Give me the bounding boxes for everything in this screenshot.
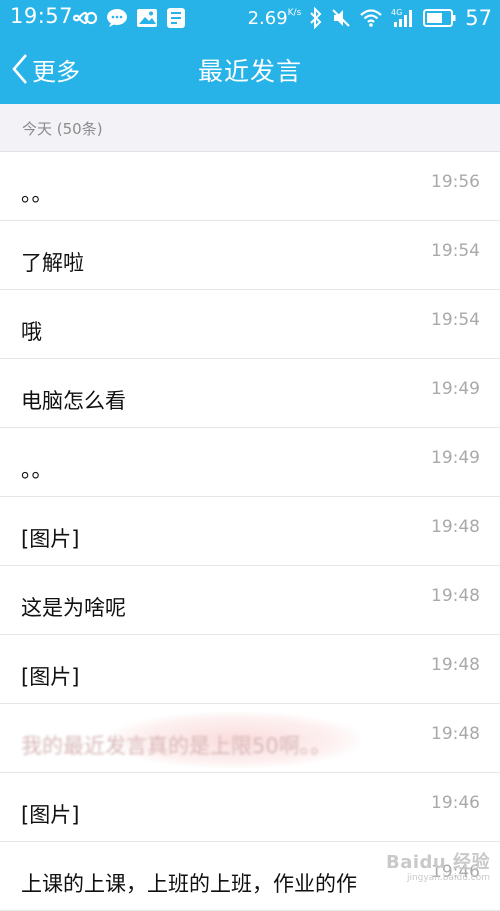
message-time: 19:49 — [431, 379, 480, 399]
list-item[interactable]: [图片] 19:48 — [0, 497, 500, 566]
watermark-url: jingyan.baidu.com — [406, 873, 490, 883]
page-title: 最近发言 — [197, 57, 302, 86]
message-text: 上课的上课，上班的上班，作业的作 — [21, 872, 357, 896]
message-text: [图片] — [21, 803, 80, 827]
message-time: 19:54 — [431, 241, 480, 261]
section-header-today: 今天 (50条) — [0, 104, 500, 152]
list-item[interactable]: 。。 19:49 — [0, 428, 500, 497]
wifi-icon — [359, 8, 383, 28]
section-label: 今天 (50条) — [22, 120, 103, 138]
list-item[interactable]: [图片] 19:48 — [0, 635, 500, 704]
list-item[interactable]: [图片] 19:46 — [0, 773, 500, 842]
message-text: 了解啦 — [21, 251, 84, 275]
message-text: 我的最近发言真的是上限50啊。。 — [21, 734, 332, 758]
message-time: 19:49 — [431, 448, 480, 468]
watermark-logo: Baidu 经验 — [385, 852, 490, 873]
message-time: 19:48 — [431, 655, 480, 675]
message-text: [图片] — [21, 527, 80, 551]
app-header: 19:57 2.69K/s 4G 57 更多 最近发言 — [0, 0, 500, 104]
message-text: [图片] — [21, 665, 80, 689]
message-time: 19:46 — [431, 793, 480, 813]
list-item[interactable]: 哦 19:54 — [0, 290, 500, 359]
status-bar: 19:57 2.69K/s 4G 57 — [0, 0, 500, 36]
gallery-icon — [136, 8, 158, 28]
status-right: 2.69K/s 4G 57 — [248, 4, 492, 32]
network-type: 4G — [391, 8, 402, 17]
list-item[interactable]: 电脑怎么看 19:49 — [0, 359, 500, 428]
network-speed-unit: K/s — [287, 7, 302, 18]
signal-icon: 4G — [391, 7, 415, 29]
message-time: 19:48 — [431, 724, 480, 744]
network-speed: 2.69K/s — [248, 8, 302, 29]
list-item[interactable]: 。。 19:56 — [0, 152, 500, 221]
baidu-watermark: Baidu 经验 jingyan.baidu.com — [386, 854, 490, 883]
status-time: 19:57 — [10, 4, 74, 28]
message-time: 19:54 — [431, 310, 480, 330]
message-time: 19:48 — [431, 586, 480, 606]
battery-level: 57 — [465, 6, 492, 30]
message-text: 。。 — [21, 182, 53, 206]
message-text: 这是为啥呢 — [21, 596, 126, 620]
list-item[interactable]: 这是为啥呢 19:48 — [0, 566, 500, 635]
bluetooth-icon — [309, 7, 323, 29]
message-list: 。。 19:56 了解啦 19:54 哦 19:54 电脑怎么看 19:49 。… — [0, 152, 500, 911]
message-time: 19:48 — [431, 517, 480, 537]
wechat-icon — [106, 8, 128, 28]
message-time: 19:56 — [431, 172, 480, 192]
mute-icon — [331, 8, 351, 28]
nav-bar: 更多 最近发言 — [0, 36, 500, 104]
message-text: 哦 — [21, 320, 42, 344]
infinity-icon — [72, 10, 98, 26]
notification-icons — [72, 6, 186, 30]
battery-icon — [423, 8, 457, 28]
network-speed-value: 2.69 — [247, 7, 288, 29]
message-text: 电脑怎么看 — [21, 389, 126, 413]
list-item[interactable]: 了解啦 19:54 — [0, 221, 500, 290]
app-icon — [166, 7, 186, 29]
message-text: 。。 — [21, 458, 53, 482]
list-item[interactable]: 我的最近发言真的是上限50啊。。 19:48 — [0, 704, 500, 773]
